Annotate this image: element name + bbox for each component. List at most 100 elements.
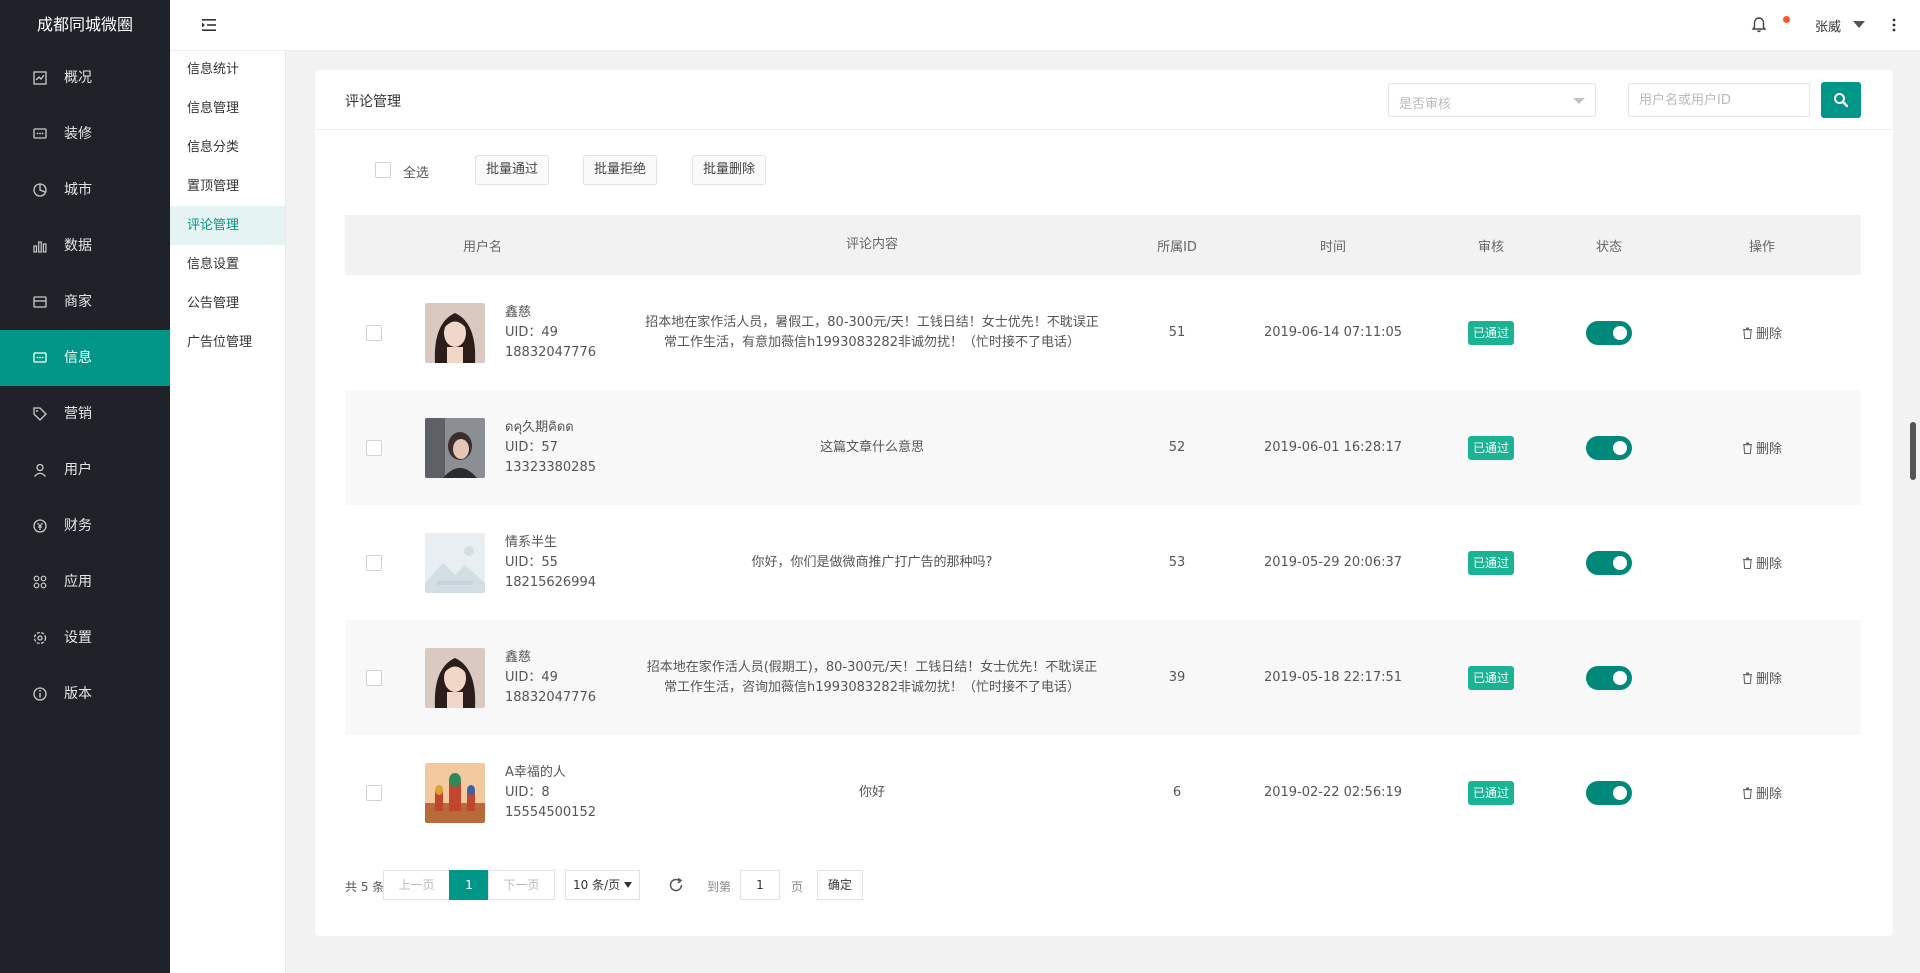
message-icon xyxy=(33,352,47,363)
refresh-icon[interactable] xyxy=(667,876,685,894)
nav-item-9[interactable]: 应用 xyxy=(0,554,170,610)
table-body: 鑫慈 UID：49 18832047776 招本地在家作活人员，暑假工，80-300元… xyxy=(345,275,1861,850)
search-input[interactable] xyxy=(1628,83,1810,117)
nav-item-label: 营销 xyxy=(64,406,92,422)
user-cell: A幸福的人 UID：8 15554500152 xyxy=(403,735,629,850)
more-vertical-icon[interactable] xyxy=(1887,16,1901,34)
page-1-button[interactable]: 1 xyxy=(449,870,489,900)
goto-confirm-button[interactable]: 确定 xyxy=(817,870,863,900)
menu-toggle-icon[interactable] xyxy=(200,16,218,34)
nav-item-1[interactable]: 装修 xyxy=(0,106,170,162)
status-toggle[interactable] xyxy=(1586,665,1632,690)
status-toggle[interactable] xyxy=(1586,320,1632,345)
nav-item-10[interactable]: 设置 xyxy=(0,610,170,666)
nav-item-label: 设置 xyxy=(64,630,92,646)
user-name: ดคุ久期คิดด xyxy=(505,419,574,435)
nav-item-3[interactable]: 数据 xyxy=(0,218,170,274)
toggle-knob xyxy=(1613,785,1627,800)
trash-icon xyxy=(1742,672,1752,684)
nav-item-label: 应用 xyxy=(64,574,92,590)
row-checkbox[interactable] xyxy=(366,324,382,341)
table-row: ดคุ久期คิดด UID：57 13323380285 这篇文章什么意思 52 2019… xyxy=(345,390,1861,505)
search-icon xyxy=(1834,93,1849,108)
chevron-down-icon xyxy=(1573,98,1585,104)
submenu-item-7[interactable]: 广告位管理 xyxy=(170,323,285,362)
prev-page-button[interactable]: 上一页 xyxy=(383,870,450,900)
status-cell xyxy=(1555,735,1663,850)
batch-pass-button[interactable]: 批量通过 xyxy=(475,155,550,185)
submenu-item-5[interactable]: 信息设置 xyxy=(170,245,285,284)
nav-item-label: 装修 xyxy=(64,126,92,142)
audit-filter-select[interactable]: 是否审核 xyxy=(1388,83,1596,117)
submenu-item-3[interactable]: 置顶管理 xyxy=(170,167,285,206)
select-all-checkbox[interactable] xyxy=(375,162,391,178)
row-checkbox[interactable] xyxy=(366,669,382,686)
user-phone: 18215626994 xyxy=(505,574,596,590)
avatar xyxy=(425,302,485,363)
user-name[interactable]: 张威 xyxy=(1815,16,1841,35)
trash-icon xyxy=(1742,557,1752,569)
nav-item-6[interactable]: 营销 xyxy=(0,386,170,442)
nav-item-0[interactable]: 概况 xyxy=(0,50,170,106)
status-toggle[interactable] xyxy=(1586,550,1632,575)
delete-button[interactable]: 删除 xyxy=(1742,668,1782,687)
nav-item-11[interactable]: 版本 xyxy=(0,666,170,722)
nav-item-2[interactable]: 城市 xyxy=(0,162,170,218)
belong-id: 53 xyxy=(1168,555,1186,570)
operation-cell: 删除 xyxy=(1663,390,1861,505)
comment-content: 这篇文章什么意思 xyxy=(819,439,924,455)
page-size-select[interactable]: 10 条/页 xyxy=(565,870,640,900)
search-button[interactable] xyxy=(1821,82,1861,118)
row-checkbox[interactable] xyxy=(366,439,382,456)
nav-item-8[interactable]: 财务 xyxy=(0,498,170,554)
batch-reject-button[interactable]: 批量拒绝 xyxy=(583,155,658,185)
delete-button[interactable]: 删除 xyxy=(1742,783,1782,802)
next-page-button[interactable]: 下一页 xyxy=(488,870,555,900)
header-username: 用户名 xyxy=(463,239,503,255)
status-toggle[interactable] xyxy=(1586,780,1632,805)
city-icon xyxy=(33,183,47,197)
delete-label: 删除 xyxy=(1755,787,1782,802)
audit-cell: 已通过 xyxy=(1427,735,1555,850)
nav-item-label: 概况 xyxy=(64,70,92,86)
apps-icon xyxy=(33,575,47,589)
nav-item-label: 数据 xyxy=(64,238,92,254)
operation-cell: 删除 xyxy=(1663,620,1861,735)
row-checkbox[interactable] xyxy=(366,784,382,801)
nav-item-7[interactable]: 用户 xyxy=(0,442,170,498)
delete-button[interactable]: 删除 xyxy=(1742,323,1782,342)
submenu-item-4[interactable]: 评论管理 xyxy=(170,206,285,245)
comment-table: 用户名 评论内容 所属ID 时间 审核 状态 操作 鑫慈 UID：49 188320… xyxy=(345,215,1861,850)
submenu-item-6[interactable]: 公告管理 xyxy=(170,284,285,323)
user-uid: UID：49 xyxy=(505,669,558,685)
delete-button[interactable]: 删除 xyxy=(1742,553,1782,572)
status-toggle[interactable] xyxy=(1586,435,1632,460)
avatar xyxy=(425,647,485,708)
comment-time: 2019-06-01 16:28:17 xyxy=(1263,440,1403,455)
user-name: A幸福的人 xyxy=(505,764,566,780)
nav-item-label: 城市 xyxy=(64,182,92,198)
belong-id: 52 xyxy=(1168,440,1186,455)
scrollbar-thumb[interactable] xyxy=(1910,422,1916,480)
select-all-label[interactable]: 全选 xyxy=(403,162,429,181)
trash-icon xyxy=(1742,442,1752,454)
bell-icon[interactable] xyxy=(1750,16,1768,34)
user-info: ดคุ久期คิดด UID：57 13323380285 xyxy=(505,418,596,478)
belong-id: 39 xyxy=(1168,670,1186,685)
page-size-value: 10 条/页 xyxy=(573,878,621,892)
page-unit-label: 页 xyxy=(791,880,804,894)
page-title: 评论管理 xyxy=(345,94,401,110)
submenu-item-0[interactable]: 信息统计 xyxy=(170,50,285,89)
batch-delete-button[interactable]: 批量删除 xyxy=(692,155,767,185)
chevron-down-icon[interactable] xyxy=(1853,21,1865,28)
submenu-item-1[interactable]: 信息管理 xyxy=(170,89,285,128)
nav-item-4[interactable]: 商家 xyxy=(0,274,170,330)
goto-page-input[interactable] xyxy=(740,870,780,900)
notification-dot xyxy=(1783,16,1790,23)
row-checkbox-cell xyxy=(345,505,403,620)
submenu-item-2[interactable]: 信息分类 xyxy=(170,128,285,167)
row-checkbox[interactable] xyxy=(366,554,382,571)
delete-button[interactable]: 删除 xyxy=(1742,438,1782,457)
user-uid: UID：8 xyxy=(505,784,550,800)
nav-item-5[interactable]: 信息 xyxy=(0,330,170,386)
